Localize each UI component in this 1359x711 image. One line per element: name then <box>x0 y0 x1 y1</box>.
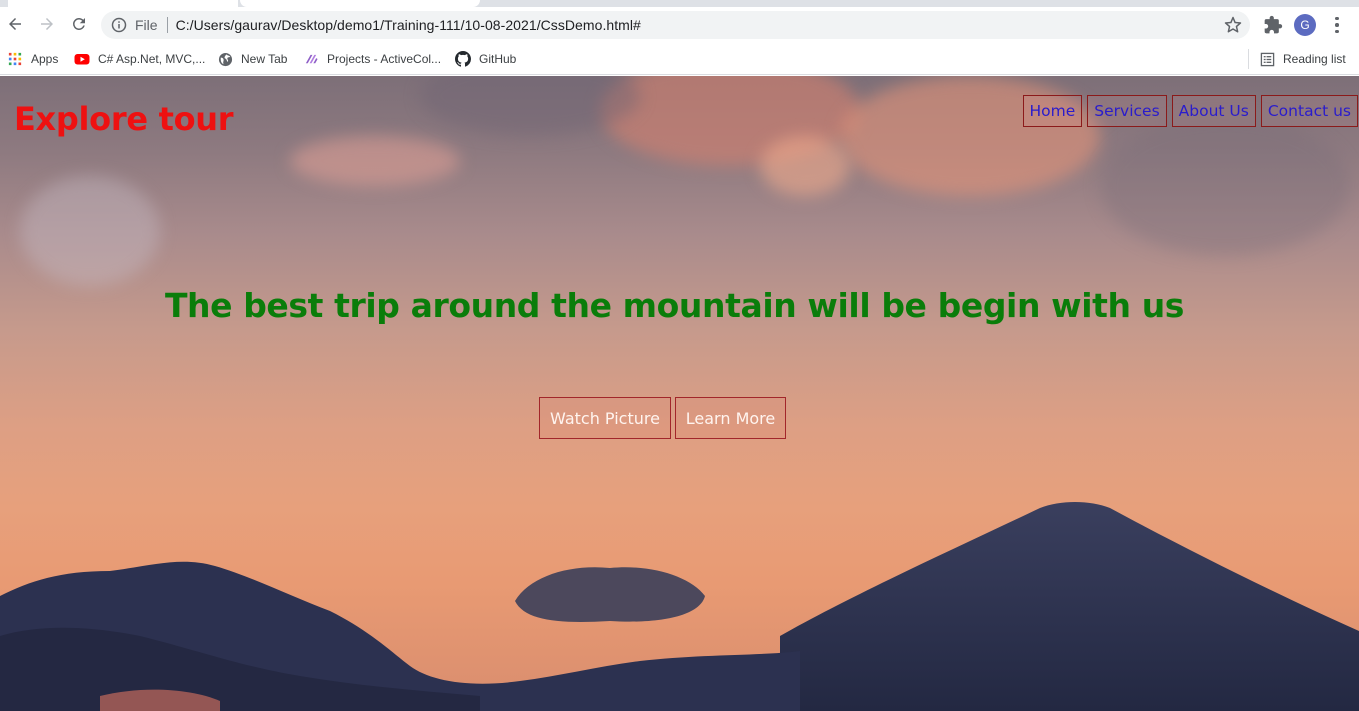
bookmark-label: GitHub <box>479 52 517 66</box>
star-icon[interactable] <box>1224 16 1242 34</box>
reading-list-label: Reading list <box>1283 52 1346 66</box>
bookmark-label: Projects - ActiveCol... <box>327 52 442 66</box>
hero-headline-container: The best trip around the mountain will b… <box>0 286 1359 325</box>
kebab-menu-icon[interactable] <box>1329 14 1345 36</box>
reading-list-icon <box>1259 51 1275 67</box>
info-icon[interactable] <box>111 17 127 33</box>
site-navigation: Home Services About Us Contact us <box>1022 95 1358 127</box>
watch-picture-button[interactable]: Watch Picture <box>539 397 671 439</box>
back-button[interactable] <box>1 10 29 38</box>
back-arrow-icon <box>9 18 21 30</box>
nav-home-link[interactable]: Home <box>1022 95 1083 127</box>
apps-grid-icon <box>7 51 23 67</box>
reload-icon <box>72 17 85 30</box>
omnibox-separator <box>166 17 168 33</box>
bookmark-label: New Tab <box>241 52 288 66</box>
bookmarks-bar: Apps C# Asp.Net, MVC,... New Tab Project… <box>0 43 1359 75</box>
reading-list-button[interactable]: Reading list <box>1259 49 1346 69</box>
bookmark-apps[interactable]: Apps <box>7 49 58 69</box>
bookmark-new-tab[interactable]: New Tab <box>217 49 287 69</box>
bookmark-github[interactable]: GitHub <box>455 49 516 69</box>
forward-arrow-icon <box>41 18 53 30</box>
bookmark-csharp[interactable]: C# Asp.Net, MVC,... <box>74 49 205 69</box>
reload-button[interactable] <box>65 10 93 38</box>
bookmarks-divider <box>1248 49 1249 69</box>
nav-contact-link[interactable]: Contact us <box>1260 95 1358 127</box>
bookmark-label: C# Asp.Net, MVC,... <box>98 52 206 66</box>
page-viewport: Explore tour Home Services About Us Cont… <box>0 76 1359 711</box>
scheme-label: File <box>135 17 158 33</box>
inactive-tab-edge[interactable] <box>8 0 238 7</box>
forward-button[interactable] <box>33 10 61 38</box>
nav-about-link[interactable]: About Us <box>1171 95 1256 127</box>
learn-more-button[interactable]: Learn More <box>675 397 786 439</box>
url-text[interactable]: C:/Users/gaurav/Desktop/demo1/Training-1… <box>176 17 641 33</box>
tab-strip <box>0 0 1359 7</box>
projects-icon <box>303 51 319 67</box>
puzzle-icon[interactable] <box>1263 15 1283 35</box>
browser-toolbar: File C:/Users/gaurav/Desktop/demo1/Train… <box>0 7 1359 43</box>
profile-avatar[interactable]: G <box>1294 14 1316 36</box>
github-icon <box>455 51 471 67</box>
nav-services-link[interactable]: Services <box>1087 95 1167 127</box>
site-logo[interactable]: Explore tour <box>14 100 234 138</box>
bookmark-label: Apps <box>31 52 59 66</box>
mountain-silhouette <box>0 502 1359 711</box>
globe-icon <box>217 51 233 67</box>
address-bar[interactable]: File C:/Users/gaurav/Desktop/demo1/Train… <box>101 11 1250 39</box>
bookmark-projects[interactable]: Projects - ActiveCol... <box>303 49 441 69</box>
youtube-icon <box>74 51 90 67</box>
active-tab-edge[interactable] <box>240 0 480 7</box>
hero-headline: The best trip around the mountain will b… <box>164 286 1185 325</box>
